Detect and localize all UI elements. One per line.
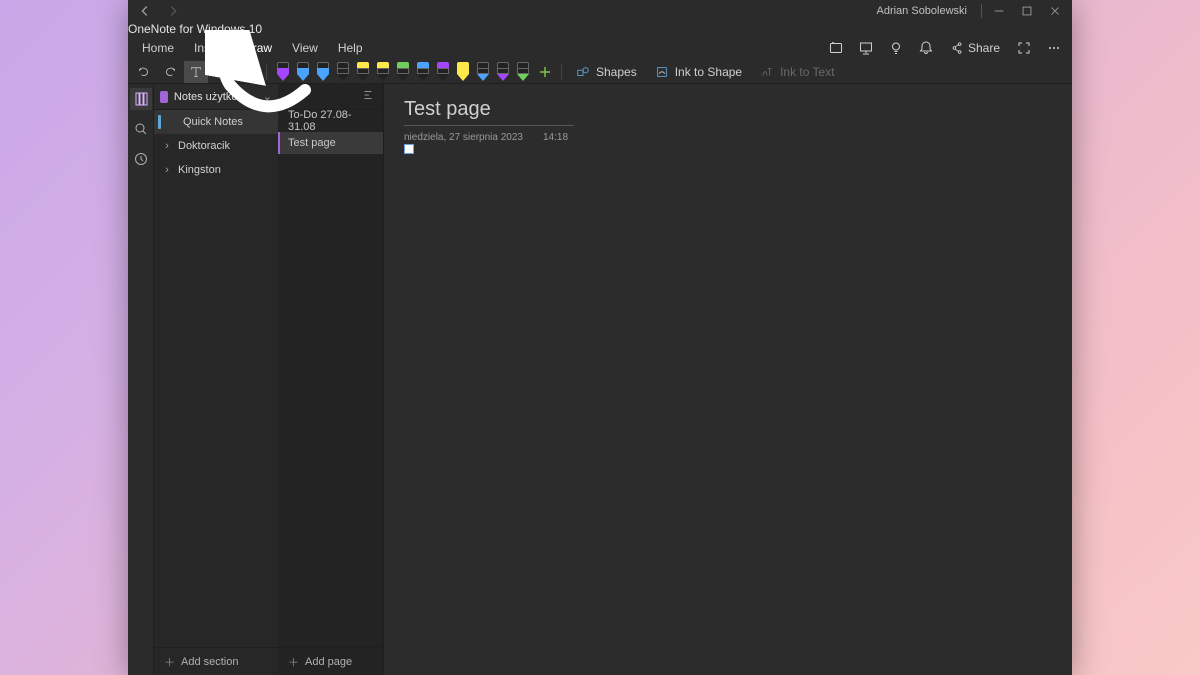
menu-draw[interactable]: Draw (234, 37, 282, 59)
pen-purple-tip[interactable] (495, 62, 511, 82)
bell-icon[interactable] (912, 36, 940, 60)
sections-pane: Notes użytkownika Adrian ⌄ Quick Notes›D… (154, 84, 278, 675)
meeting-icon[interactable] (822, 36, 850, 60)
content: Notes użytkownika Adrian ⌄ Quick Notes›D… (128, 84, 1072, 675)
menu-insert[interactable]: Insert (184, 37, 234, 59)
ink-to-shape-button[interactable]: Ink to Shape (647, 61, 750, 83)
page-time: 14:18 (543, 132, 568, 143)
pen-purple[interactable] (275, 62, 291, 82)
add-pen-button[interactable] (535, 62, 555, 82)
window-minimize[interactable] (988, 1, 1010, 21)
page-item[interactable]: Test page (278, 132, 383, 154)
pen-green-tip[interactable] (515, 62, 531, 82)
expand-icon: › (162, 140, 172, 152)
page-date: niedziela, 27 sierpnia 2023 (404, 132, 523, 143)
menu-help[interactable]: Help (328, 37, 373, 59)
section-item[interactable]: ›Kingston (154, 158, 278, 182)
rail-notebooks-icon[interactable] (130, 88, 152, 110)
page-item[interactable]: To-Do 27.08-31.08 (278, 110, 383, 132)
window-maximize[interactable] (1016, 1, 1038, 21)
page-meta: niedziela, 27 sierpnia 2023 14:18 (404, 132, 1052, 143)
eraser-button[interactable] (236, 61, 260, 83)
add-page-button[interactable]: ＋ Add page (278, 647, 383, 675)
user-name[interactable]: Adrian Sobolewski (869, 5, 976, 17)
highlighter-blue[interactable] (415, 62, 431, 82)
pages-list: To-Do 27.08-31.08Test page (278, 110, 383, 154)
forward-button[interactable] (162, 1, 184, 21)
text-mode-button[interactable] (184, 61, 208, 83)
highlighter-green[interactable] (395, 62, 411, 82)
present-icon[interactable] (852, 36, 880, 60)
app-title: OneNote for Windows 10 (128, 22, 1072, 36)
rail-recent-icon[interactable] (130, 148, 152, 170)
selection-handle[interactable] (404, 144, 414, 154)
notebook-header[interactable]: Notes użytkownika Adrian ⌄ (154, 84, 278, 110)
ink-to-text-button: Ink to Text (752, 61, 842, 83)
pen-blue-2[interactable] (315, 62, 331, 82)
titlebar: Adrian Sobolewski (128, 0, 1072, 22)
rail-search-icon[interactable] (130, 118, 152, 140)
canvas[interactable]: Test page niedziela, 27 sierpnia 2023 14… (384, 84, 1072, 675)
add-section-button[interactable]: ＋ Add section (154, 647, 278, 675)
fullscreen-icon[interactable] (1010, 36, 1038, 60)
sections-list: Quick Notes›Doktoracik›Kingston (154, 110, 278, 182)
pages-header (278, 84, 383, 110)
highlighter-purple[interactable] (435, 62, 451, 82)
section-item[interactable]: Quick Notes (154, 110, 278, 134)
menu-view[interactable]: View (282, 37, 328, 59)
back-button[interactable] (134, 1, 156, 21)
onenote-window: Adrian Sobolewski OneNote for Windows 10… (128, 0, 1072, 675)
highlighter-yellow-2[interactable] (375, 62, 391, 82)
menubar: Home Insert Draw View Help Share (128, 36, 1072, 60)
sort-icon[interactable] (361, 88, 375, 105)
highlighter-solid-yellow[interactable] (455, 62, 471, 82)
pen-black[interactable] (335, 62, 351, 82)
page-title[interactable]: Test page (404, 98, 574, 126)
nav-rail (128, 84, 154, 675)
notebook-name: Notes użytkownika Adrian (174, 91, 257, 103)
chevron-down-icon: ⌄ (263, 90, 272, 103)
pen-gallery (273, 62, 533, 82)
lasso-button[interactable] (210, 61, 234, 83)
bulb-icon[interactable] (882, 36, 910, 60)
share-label: Share (968, 41, 1000, 55)
pages-pane: To-Do 27.08-31.08Test page ＋ Add page (278, 84, 384, 675)
section-item[interactable]: ›Doktoracik (154, 134, 278, 158)
expand-icon: › (162, 164, 172, 176)
shapes-button[interactable]: Shapes (568, 61, 645, 83)
redo-button[interactable] (158, 61, 182, 83)
undo-button[interactable] (132, 61, 156, 83)
highlighter-yellow[interactable] (355, 62, 371, 82)
ribbon-draw: Shapes Ink to Shape Ink to Text (128, 60, 1072, 84)
notebook-icon (160, 91, 168, 103)
share-button[interactable]: Share (942, 36, 1008, 60)
more-icon[interactable] (1040, 36, 1068, 60)
menu-home[interactable]: Home (132, 37, 184, 59)
pen-blue-tip[interactable] (475, 62, 491, 82)
window-close[interactable] (1044, 1, 1066, 21)
pen-blue[interactable] (295, 62, 311, 82)
